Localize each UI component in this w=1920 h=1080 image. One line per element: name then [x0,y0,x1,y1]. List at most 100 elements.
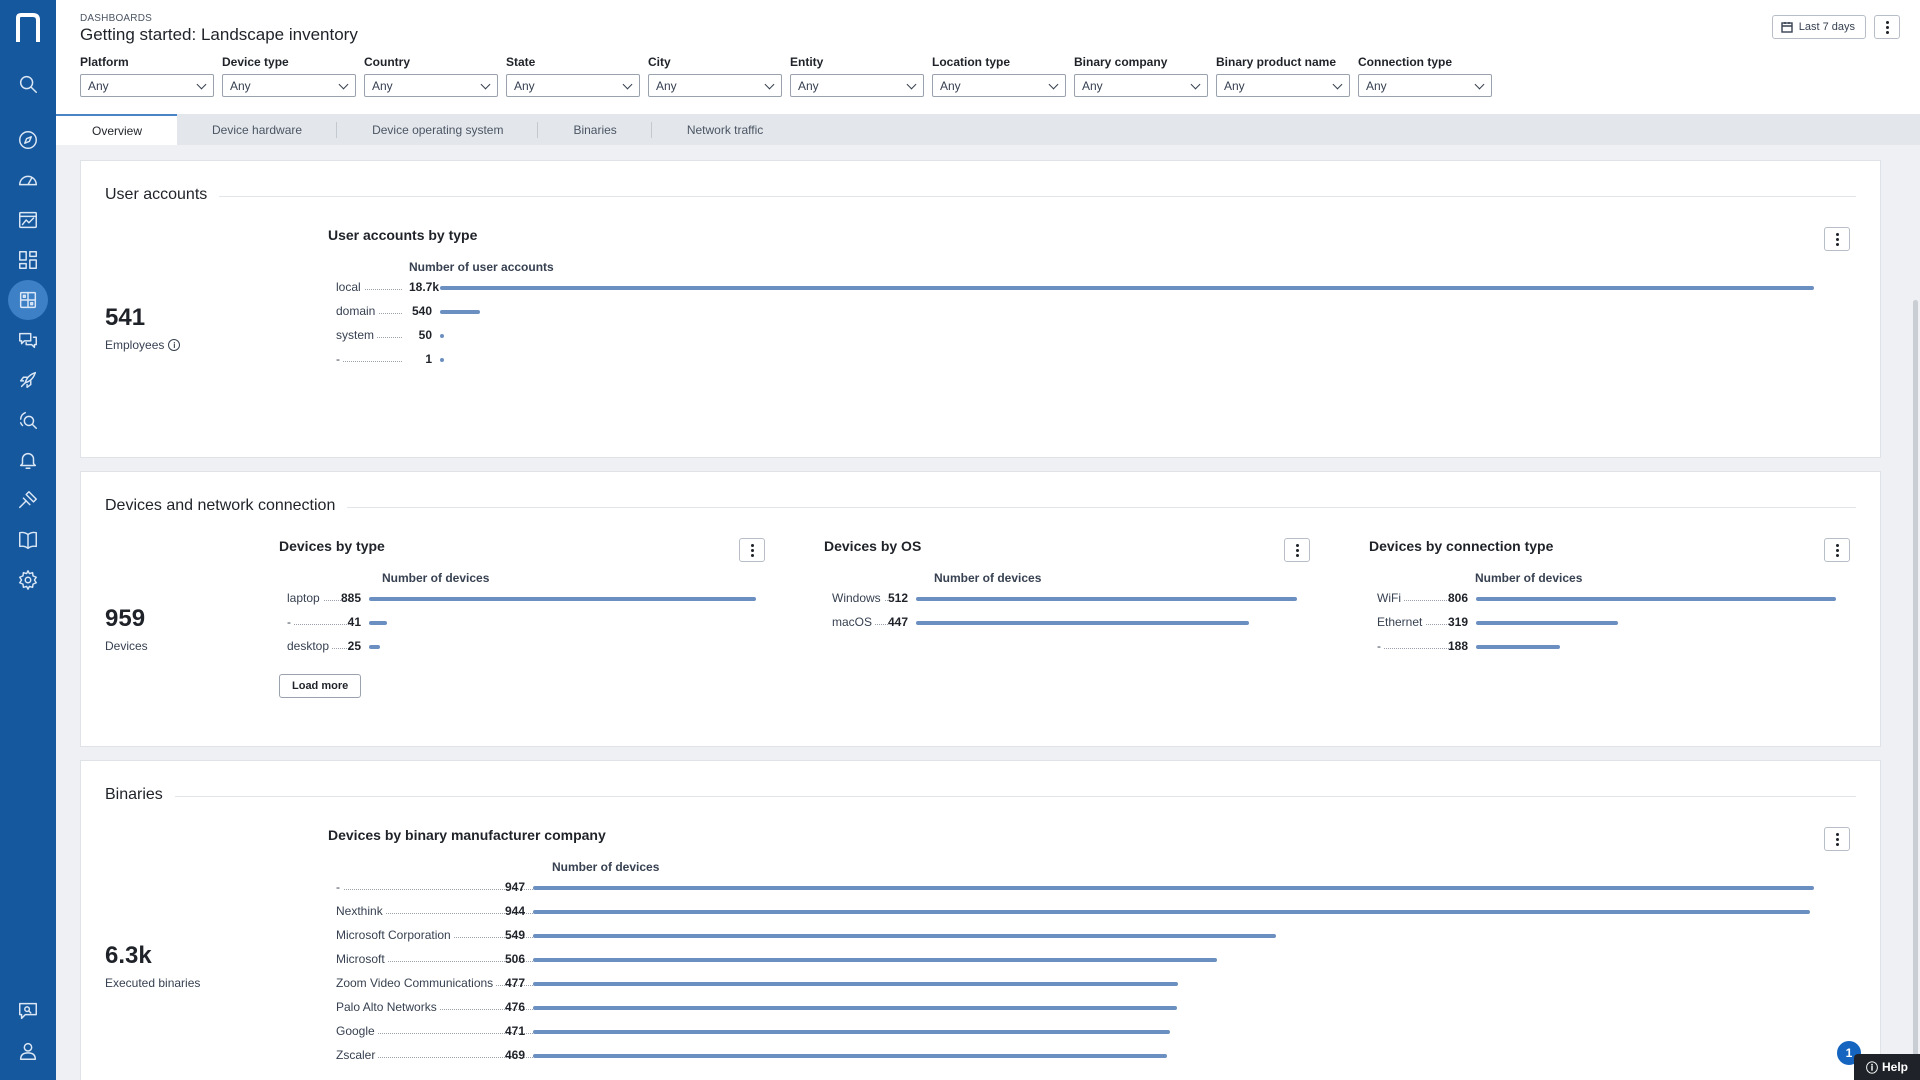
bar[interactable] [369,597,756,601]
bar-row[interactable]: -1 [328,352,1814,368]
filter-select[interactable]: Any [506,74,640,97]
tab-overview[interactable]: Overview [56,114,178,145]
widget-more-button[interactable] [1284,538,1310,562]
bar[interactable] [369,621,387,625]
bar-row[interactable]: - 188 [1369,639,1836,655]
bar[interactable] [533,1006,1177,1010]
bar-row[interactable]: local 18.7k [328,280,1814,296]
widget-title: Devices by type [279,538,385,554]
tab-network-traffic[interactable]: Network traffic [652,114,798,145]
bar-row[interactable]: desktop 25 [279,639,756,655]
chevron-down-icon [1190,79,1201,90]
scrollbar[interactable] [1913,300,1918,1080]
bar[interactable] [1476,645,1560,649]
chat-bubbles-icon[interactable] [12,324,44,356]
kpi-label-text: Devices [105,639,148,653]
bar[interactable] [916,597,1297,601]
remote-actions-icon[interactable] [12,484,44,516]
bar-row[interactable]: system 50 [328,328,1814,344]
bar[interactable] [440,286,1814,290]
kpi-label-text: Employees [105,338,165,352]
widget-more-button[interactable] [1824,227,1850,251]
bar-row[interactable]: domain 540 [328,304,1814,320]
filter-select[interactable]: Any [80,74,214,97]
widget-more-button[interactable] [1824,538,1850,562]
bar-row[interactable]: WiFi 806 [1369,591,1836,607]
bar-value-label: 947 [504,880,525,894]
bar[interactable] [533,958,1218,962]
bell-icon[interactable] [12,444,44,476]
tab-bar: Overview Device hardware Device operatin… [56,114,1920,145]
bar-row[interactable]: Google 471 [328,1024,1814,1040]
bar-category-label: Palo Alto Networks [336,1000,440,1014]
bar-row[interactable]: - 947 [328,880,1814,896]
filter-select[interactable]: Any [222,74,356,97]
bar-row[interactable]: Zscaler 469 [328,1048,1814,1064]
bar[interactable] [916,621,1249,625]
bar[interactable] [1476,597,1836,601]
filter-label: Binary product name [1216,55,1337,69]
dashboard-more-button[interactable] [1874,15,1900,39]
bar-row[interactable]: Microsoft Corporation 549 [328,928,1814,944]
bar[interactable] [533,886,1814,890]
gear-icon[interactable] [12,564,44,596]
bar[interactable] [533,910,1810,914]
filter-select[interactable]: Any [1074,74,1208,97]
user-icon[interactable] [12,1035,44,1067]
tab-device-operating-system[interactable]: Device operating system [337,114,539,145]
bar-category-label: - [336,880,343,894]
date-range-button[interactable]: Last 7 days [1771,15,1866,39]
investigation-icon[interactable] [12,404,44,436]
bar-row[interactable]: Windows 512 [824,591,1297,607]
bar[interactable] [533,1030,1171,1034]
feedback-search-icon[interactable] [12,995,44,1027]
filter-select[interactable]: Any [648,74,782,97]
filter-select[interactable]: Any [790,74,924,97]
bar-row[interactable]: - 41 [279,615,756,631]
bar-row[interactable]: Ethernet 319 [1369,615,1836,631]
bar[interactable] [533,982,1179,986]
bar-row[interactable]: Microsoft 506 [328,952,1814,968]
gauge-icon[interactable] [12,164,44,196]
chart-window-icon[interactable] [12,204,44,236]
help-button[interactable]: ⓘ Help [1854,1054,1920,1080]
breadcrumb[interactable]: DASHBOARDS [80,13,152,24]
filter-value: Any [514,78,535,93]
search-icon[interactable] [12,68,44,100]
bar-row[interactable]: macOS 447 [824,615,1297,631]
bar[interactable] [440,310,480,314]
bar-value-label: 540 [411,304,432,318]
filter-select[interactable]: Any [932,74,1066,97]
dashboards-icon[interactable] [8,280,48,320]
tab-device-hardware[interactable]: Device hardware [177,114,338,145]
filter-select[interactable]: Any [1358,74,1492,97]
kebab-menu-icon [750,543,754,557]
dashboard-grid-icon[interactable] [12,244,44,276]
library-book-icon[interactable] [12,524,44,556]
bar-row[interactable]: Palo Alto Networks 476 [328,1000,1814,1016]
filter-binary-product-name: Binary product name Any [1216,55,1350,97]
bar[interactable] [440,358,444,362]
chevron-down-icon [764,79,775,90]
bar[interactable] [1476,621,1619,625]
nexthink-logo[interactable] [14,12,42,44]
bar[interactable] [533,934,1276,938]
widget-more-button[interactable] [739,538,765,562]
info-icon[interactable]: i [168,339,181,351]
bar-row[interactable]: Nexthink 944 [328,904,1814,920]
filter-select[interactable]: Any [364,74,498,97]
load-more-button[interactable]: Load more [279,674,362,698]
rocket-icon[interactable] [12,364,44,396]
bar-row[interactable]: Zoom Video Communications 477 [328,976,1814,992]
kpi-value: 959 [105,605,146,632]
widget-more-button[interactable] [1824,827,1850,851]
bar[interactable] [440,334,444,338]
bar-row[interactable]: laptop 885 [279,591,756,607]
bar-category-label: Ethernet [1377,615,1426,629]
filter-select[interactable]: Any [1216,74,1350,97]
compass-icon[interactable] [12,124,44,156]
bar[interactable] [533,1054,1168,1058]
bar-category-label: WiFi [1377,591,1404,605]
bar[interactable] [369,645,380,649]
tab-binaries[interactable]: Binaries [538,114,653,145]
